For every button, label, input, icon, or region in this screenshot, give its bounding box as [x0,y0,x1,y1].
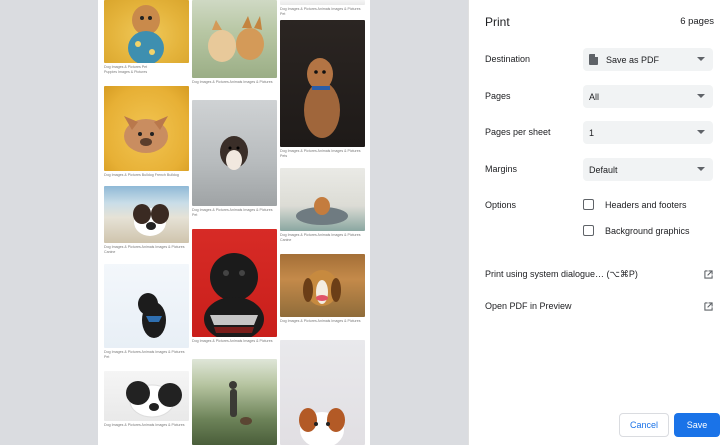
dog-photo-corgi-pair [192,0,277,78]
print-settings-panel: Print 6 pages Destination Save as PDF Pa… [468,0,728,445]
destination-select[interactable]: Save as PDF [583,48,713,71]
dog-photo-beagle-smile [280,254,365,317]
preview-pin: Dog Images & Pictures Animals Images & P… [280,168,365,243]
pages-value: All [589,91,600,102]
cancel-button[interactable]: Cancel [619,413,669,437]
dog-photo-dog-bed [280,168,365,231]
margins-value: Default [589,164,618,175]
preview-pin: Dog Images & Pictures Animals Images & P… [280,0,365,17]
preview-pin: Dog Images & Pictures Animals Images & P… [104,371,189,428]
background-graphics-option[interactable]: Background graphics [583,225,690,236]
system-dialogue-link[interactable]: Print using system dialogue… (⌥⌘P) [485,269,713,280]
preview-pin: Dog Images & Pictures Animals Images & P… [192,100,277,218]
preview-pin [280,340,365,445]
preview-pin: Dog Images & Pictures Animals Images & P… [104,264,189,360]
pin-caption: Dog Images & Pictures Animals Images & P… [280,233,361,242]
panel-title: Print [485,15,510,29]
pin-caption: Dog Images & Pictures Animals Images & P… [280,7,361,16]
document-icon [589,54,598,65]
pin-caption: Dog Images & Pictures Animals Images & P… [104,245,185,254]
dog-photo-black-lab-puppy [104,264,189,348]
pin-caption: Dog Images & Pictures Pet Puppies Images… [104,65,148,74]
dog-photo-hawaiian-shirt [104,0,189,63]
preview-pin: Dog Images & Pictures Animals Images & P… [192,229,277,344]
pin-caption: Dog Images & Pictures Animals Images & P… [192,80,273,84]
system-dialogue-label: Print using system dialogue… (⌥⌘P) [485,269,638,279]
pages-per-sheet-select[interactable]: 1 [583,121,713,144]
chevron-down-icon [697,57,705,61]
destination-value: Save as PDF [606,54,660,65]
chevron-down-icon [697,130,705,134]
preview-pin: Dog Images & Pictures Bulldog French Bul… [104,86,189,178]
save-button[interactable]: Save [674,413,720,437]
dog-photo-brown-puppy [280,20,365,147]
dog-photo-cavalier-puppy [280,340,365,445]
open-pdf-preview-link[interactable]: Open PDF in Preview [485,301,713,311]
destination-label: Destination [485,54,531,64]
pages-label: Pages [485,91,511,101]
open-external-icon [704,270,713,279]
dog-photo-forest-walk [192,359,277,445]
pin-caption: Dog Images & Pictures Animals Images & P… [280,319,361,323]
print-preview-area[interactable]: Dog Images & Pictures Pet Puppies Images… [0,0,468,445]
options-label: Options [485,200,517,210]
dog-photo-running-puppy [192,100,277,206]
background-graphics-checkbox[interactable] [583,225,594,236]
headers-footers-option[interactable]: Headers and footers [583,199,687,210]
preview-pin: Dog Images & Pictures Animals Images & P… [104,186,189,255]
pin-caption: Dog Images & Pictures Animals Images & P… [104,350,185,359]
pin-caption: Dog Images & Pictures Animals Images & P… [280,149,361,158]
chevron-down-icon [697,167,705,171]
pin-caption: Dog Images & Pictures Animals Images & P… [104,423,185,427]
dog-photo-top-cropped [280,0,365,5]
dog-photo-beach-collie [104,186,189,243]
headers-footers-checkbox[interactable] [583,199,594,210]
pin-caption: Dog Images & Pictures Animals Images & P… [192,339,273,343]
pages-per-sheet-value: 1 [589,127,595,138]
margins-label: Margins [485,164,518,174]
headers-footers-label: Headers and footers [605,199,687,210]
dog-photo-french-bulldog [104,86,189,171]
pages-select[interactable]: All [583,85,713,108]
preview-pin [192,359,277,445]
pin-caption: Dog Images & Pictures Animals Images & P… [192,208,273,217]
chevron-down-icon [697,94,705,98]
open-pdf-label: Open PDF in Preview [485,301,572,311]
preview-pin: Dog Images & Pictures Animals Images & P… [280,20,365,159]
preview-page: Dog Images & Pictures Pet Puppies Images… [98,0,370,445]
dog-photo-border-collie [104,371,189,421]
pages-per-sheet-label: Pages per sheet [485,127,551,137]
pin-caption: Dog Images & Pictures Bulldog French Bul… [104,173,179,177]
page-count: 6 pages [680,16,714,27]
preview-pin: Dog Images & Pictures Animals Images & P… [280,254,365,324]
open-external-icon [704,301,713,311]
preview-pin: Dog Images & Pictures Pet Puppies Images… [104,0,189,75]
preview-pin: Dog Images & Pictures Animals Images & P… [192,0,277,85]
dog-photo-pug-red [192,229,277,337]
background-graphics-label: Background graphics [605,225,690,236]
margins-select[interactable]: Default [583,158,713,181]
